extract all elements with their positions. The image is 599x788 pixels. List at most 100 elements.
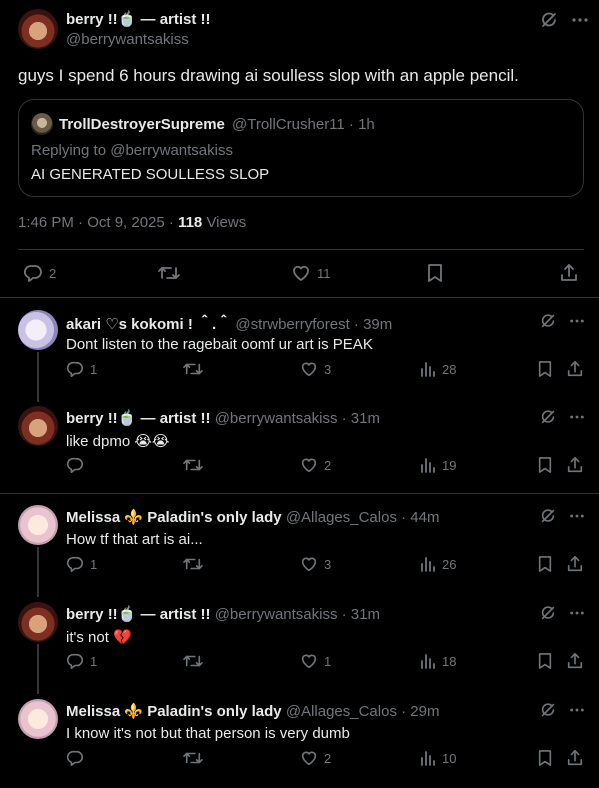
author-name[interactable]: Melissa ⚜️ Paladin's only lady: [66, 509, 282, 526]
avatar[interactable]: [18, 406, 58, 446]
author-name[interactable]: berry !!🍵 — artist !!: [66, 606, 211, 623]
author-handle[interactable]: @Allages_Calos · 29m: [286, 703, 440, 720]
reply-icon: [66, 556, 83, 573]
bookmark-button[interactable]: [537, 749, 553, 767]
like-button[interactable]: 1: [300, 652, 331, 670]
more-icon[interactable]: [569, 409, 585, 425]
bookmark-button[interactable]: [537, 555, 553, 573]
retweet-button[interactable]: [183, 360, 209, 378]
views-button[interactable]: 19: [420, 456, 456, 474]
author-name[interactable]: akari ♡s kokomi ! ＾.＾: [66, 316, 231, 333]
reply-text: like dpmo 😭😭: [66, 433, 170, 450]
more-icon[interactable]: [569, 605, 585, 621]
share-button[interactable]: [566, 749, 584, 767]
grok-icon[interactable]: [539, 312, 557, 330]
action-bar: 1 3 28: [0, 360, 599, 382]
like-count: 3: [324, 361, 332, 377]
reply-tweet[interactable]: akari ♡s kokomi ! ＾.＾ @strwberryforest ·…: [0, 310, 599, 402]
grok-icon[interactable]: [539, 408, 557, 426]
bookmark-button[interactable]: [537, 360, 553, 378]
grok-icon[interactable]: [539, 10, 559, 30]
action-bar: 1 3 26: [0, 555, 599, 577]
reply-text: Dont listen to the ragebait oomf ur art …: [66, 336, 373, 353]
view-count: 28: [442, 361, 457, 377]
share-button[interactable]: [566, 360, 584, 378]
author-handle[interactable]: @berrywantsakiss · 31m: [215, 410, 380, 427]
share-button[interactable]: [566, 456, 584, 474]
reply-icon: [66, 653, 83, 670]
divider: [0, 493, 599, 494]
like-button[interactable]: 3: [300, 555, 331, 573]
share-button[interactable]: [566, 555, 584, 573]
bookmark-button[interactable]: [426, 263, 444, 283]
author-name[interactable]: berry !!🍵 — artist !!: [66, 410, 211, 427]
like-count: 2: [324, 457, 332, 473]
retweet-button[interactable]: [183, 555, 209, 573]
bookmark-icon: [538, 361, 552, 377]
quoted-tweet[interactable]: TrollDestroyerSupreme @TrollCrusher11 · …: [18, 99, 584, 197]
reply-button[interactable]: 1: [66, 555, 97, 573]
avatar[interactable]: [18, 505, 58, 545]
more-icon[interactable]: [569, 702, 585, 718]
avatar[interactable]: [18, 9, 58, 49]
reply-tweet[interactable]: Melissa ⚜️ Paladin's only lady @Allages_…: [0, 505, 599, 597]
views-icon: [421, 654, 435, 669]
author-handle[interactable]: @berrywantsakiss: [66, 31, 189, 48]
views-icon: [421, 362, 435, 377]
views-button[interactable]: 28: [420, 360, 456, 378]
like-count: 11: [317, 265, 331, 281]
like-button[interactable]: 2: [300, 456, 331, 474]
grok-icon[interactable]: [539, 507, 557, 525]
bookmark-icon: [538, 457, 552, 473]
views-button[interactable]: 18: [420, 652, 456, 670]
tweet-meta: 1:46 PM · Oct 9, 2025 · 118 Views: [18, 214, 246, 231]
like-button[interactable]: 3: [300, 360, 331, 378]
author-name[interactable]: Melissa ⚜️ Paladin's only lady: [66, 703, 282, 720]
author-handle[interactable]: @strwberryforest · 39m: [235, 316, 392, 333]
bookmark-icon: [538, 750, 552, 766]
views-button[interactable]: 26: [420, 555, 456, 573]
reply-button[interactable]: [66, 749, 90, 767]
author-handle[interactable]: @TrollCrusher11 · 1h: [232, 116, 375, 133]
reply-button[interactable]: [66, 456, 90, 474]
reply-button[interactable]: 2: [23, 263, 56, 283]
views-label: Views: [202, 214, 247, 231]
avatar[interactable]: [18, 602, 58, 642]
author-name[interactable]: berry !!🍵 — artist !!: [66, 10, 211, 28]
author-name[interactable]: TrollDestroyerSupreme: [59, 116, 225, 133]
bookmark-button[interactable]: [537, 456, 553, 474]
more-icon[interactable]: [569, 313, 585, 329]
reply-button[interactable]: 1: [66, 652, 97, 670]
retweet-button[interactable]: [183, 652, 209, 670]
retweet-button[interactable]: [183, 749, 209, 767]
share-button[interactable]: [559, 263, 579, 283]
author-handle[interactable]: @berrywantsakiss · 31m: [215, 606, 380, 623]
retweet-button[interactable]: [158, 263, 180, 283]
action-bar: 1 1 18: [0, 652, 599, 674]
grok-icon[interactable]: [539, 701, 557, 719]
reply-button[interactable]: 1: [66, 360, 97, 378]
retweet-icon: [158, 267, 180, 279]
author-handle[interactable]: @Allages_Calos · 44m: [286, 509, 440, 526]
share-button[interactable]: [566, 652, 584, 670]
avatar[interactable]: [18, 699, 58, 739]
reply-tweet[interactable]: berry !!🍵 — artist !! @berrywantsakiss ·…: [0, 406, 599, 486]
reply-tweet[interactable]: Melissa ⚜️ Paladin's only lady @Allages_…: [0, 699, 599, 779]
reply-tweet[interactable]: berry !!🍵 — artist !! @berrywantsakiss ·…: [0, 602, 599, 694]
reply-icon: [66, 750, 83, 767]
avatar[interactable]: [31, 113, 53, 135]
like-button[interactable]: 2: [300, 749, 331, 767]
more-icon[interactable]: [569, 508, 585, 524]
more-icon[interactable]: [571, 11, 589, 29]
bookmark-icon: [428, 264, 442, 282]
timestamp[interactable]: 1:46 PM · Oct 9, 2025 ·: [18, 214, 178, 231]
views-icon: [421, 751, 435, 766]
avatar[interactable]: [18, 310, 58, 350]
retweet-button[interactable]: [183, 456, 209, 474]
grok-icon[interactable]: [539, 604, 557, 622]
share-icon: [567, 652, 583, 669]
like-button[interactable]: 11: [291, 263, 331, 283]
bookmark-button[interactable]: [537, 652, 553, 670]
views-button[interactable]: 10: [420, 749, 456, 767]
retweet-icon: [183, 655, 203, 667]
